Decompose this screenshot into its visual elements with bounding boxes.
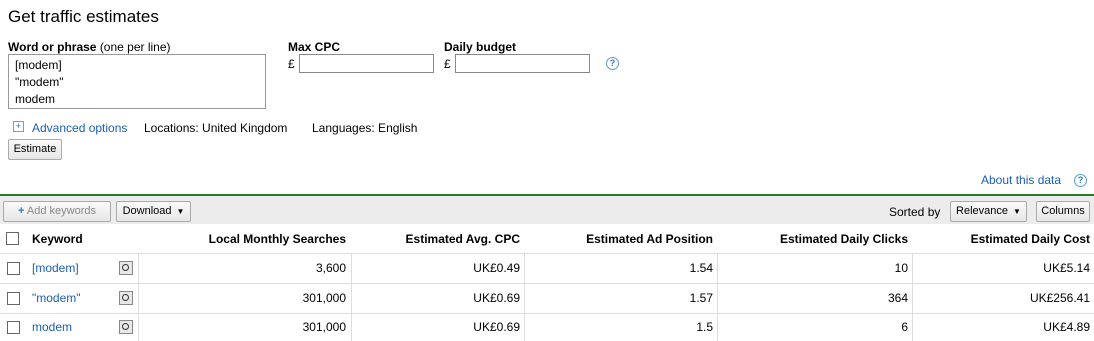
maxcpc-input[interactable] [299,54,434,73]
words-label: Word or phrase (one per line) [8,40,171,54]
table-header-row: Keyword Local Monthly Searches Estimated… [0,224,1094,254]
search-preview-icon[interactable] [119,313,133,341]
budget-label: Daily budget [444,40,517,54]
locations-text: Locations: United Kingdom [144,121,288,135]
table-row: "modem" 301,000 UK£0.69 1.57 364 UK£256.… [0,283,1094,314]
header-searches[interactable]: Local Monthly Searches [150,224,346,253]
sort-value: Relevance [956,205,1009,217]
maxcpc-label: Max CPC [288,40,341,54]
searches-cell: 3,600 [315,261,346,275]
sorted-by-label: Sorted by [889,205,941,219]
keywords-textarea[interactable]: [modem] "modem" modem [8,54,266,109]
searches-cell: 301,000 [302,320,346,334]
header-cpc[interactable]: Estimated Avg. CPC [355,224,520,253]
header-position[interactable]: Estimated Ad Position [530,224,713,253]
download-button[interactable]: Download ▼ [116,201,191,222]
cpc-cell: UK£0.69 [473,320,520,334]
clicks-cell: 10 [894,261,908,275]
chevron-down-icon: ▼ [1013,207,1021,216]
download-label: Download [122,205,172,217]
header-clicks[interactable]: Estimated Daily Clicks [722,224,908,253]
cost-cell: UK£4.89 [1043,320,1090,334]
row-checkbox[interactable] [7,283,20,313]
keyword-link[interactable]: [modem] [32,253,79,283]
page-title: Get traffic estimates [8,7,159,26]
cost-cell: UK£5.14 [1043,261,1090,275]
plus-icon: + [18,205,25,217]
help-icon[interactable]: ? [606,57,619,70]
expand-plus-icon[interactable]: + [13,121,24,132]
budget-currency: £ [444,57,451,71]
results-toolbar: + Add keywords Download ▼ Sorted by Relev… [0,194,1094,224]
columns-button[interactable]: Columns [1036,201,1090,222]
words-sublabel: (one per line) [99,40,171,54]
chevron-down-icon: ▼ [176,207,185,216]
row-checkbox[interactable] [7,313,20,341]
budget-input[interactable] [455,54,590,73]
position-cell: 1.54 [689,261,713,275]
header-cost[interactable]: Estimated Daily Cost [917,224,1090,253]
about-help-icon[interactable]: ? [1074,174,1087,187]
searches-cell: 301,000 [302,291,346,305]
cpc-cell: UK£0.69 [473,291,520,305]
maxcpc-currency: £ [288,57,295,71]
search-preview-icon[interactable] [119,283,133,313]
cpc-cell: UK£0.49 [473,261,520,275]
search-preview-icon[interactable] [119,253,133,283]
estimate-button[interactable]: Estimate [8,139,62,160]
add-keywords-button[interactable]: + Add keywords [3,201,111,222]
clicks-cell: 6 [901,320,908,334]
clicks-cell: 364 [887,291,908,305]
cost-cell: UK£256.41 [1029,291,1090,305]
languages-text: Languages: English [312,121,418,135]
table-row: [modem] 3,600 UK£0.49 1.54 10 UK£5.14 [0,253,1094,284]
add-keywords-label: Add keywords [26,205,96,217]
row-checkbox[interactable] [7,253,20,283]
keyword-link[interactable]: modem [32,313,72,341]
header-keyword[interactable]: Keyword [32,224,83,253]
about-data-link[interactable]: About this data [981,173,1061,187]
sort-select[interactable]: Relevance ▼ [950,201,1027,222]
position-cell: 1.5 [696,320,713,334]
table-row: modem 301,000 UK£0.69 1.5 6 UK£4.89 [0,313,1094,341]
words-label-text: Word or phrase [8,40,97,54]
position-cell: 1.57 [689,291,713,305]
advanced-options-link[interactable]: Advanced options [32,121,127,135]
keyword-link[interactable]: "modem" [32,283,81,313]
select-all-checkbox[interactable] [6,224,19,253]
